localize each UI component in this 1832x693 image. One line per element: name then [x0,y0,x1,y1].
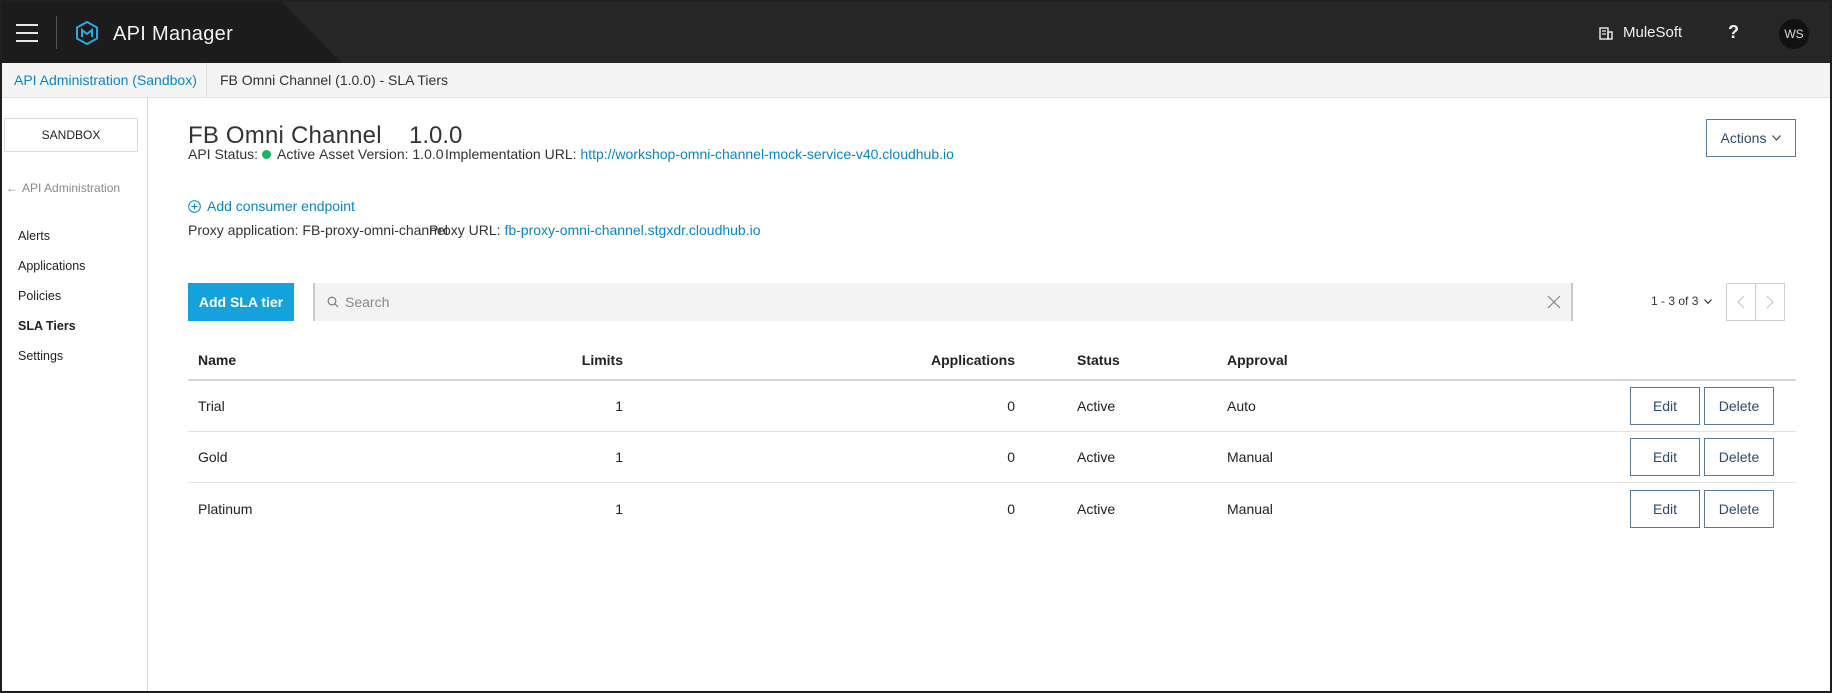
org-name: MuleSoft [1623,24,1683,41]
sidebar-nav: Alerts Applications Policies SLA Tiers S… [18,229,85,379]
breadcrumb-parent-link[interactable]: API Administration (Sandbox) [14,72,197,88]
add-sla-tier-button[interactable]: Add SLA tier [188,283,294,321]
tier-applications: 0 [1007,500,1015,517]
chevron-right-icon [1766,295,1774,309]
column-header-applications[interactable]: Applications [931,352,1015,368]
app-window: API Manager MuleSoft ? WS API Administra… [0,0,1832,693]
actions-label: Actions [1720,130,1767,146]
chevron-down-icon [1772,135,1782,141]
sidebar-item-settings[interactable]: Settings [18,349,85,379]
previous-page-button[interactable] [1726,283,1756,321]
sidebar-item-sla-tiers[interactable]: SLA Tiers [18,319,85,349]
close-icon[interactable] [1547,295,1561,309]
api-status-label: API Status: [188,146,259,162]
table-row: Trial 1 0 Active Auto Edit Delete [188,381,1796,432]
help-icon[interactable]: ? [1728,22,1739,43]
edit-button[interactable]: Edit [1630,438,1700,476]
tier-applications: 0 [1007,398,1015,414]
api-manager-logo-icon [76,21,98,45]
tier-limits: 1 [615,500,623,517]
sidebar-item-policies[interactable]: Policies [18,289,85,319]
table-row: Platinum 1 0 Active Manual Edit Delete [188,483,1796,534]
tier-limits: 1 [615,398,623,414]
implementation-url: Implementation URL: http://workshop-omni… [445,146,954,162]
tier-name: Platinum [198,500,253,517]
column-header-name[interactable]: Name [198,352,236,368]
app-title: API Manager [113,23,234,45]
breadcrumb: API Administration (Sandbox) FB Omni Cha… [2,63,1830,98]
pagination-range-dropdown[interactable]: 1 - 3 of 3 [1651,294,1713,308]
tier-approval: Manual [1227,500,1273,517]
main-content: FB Omni Channel 1.0.0 Actions API Status… [149,98,1830,691]
user-avatar[interactable]: WS [1779,19,1809,49]
tier-name: Gold [198,449,228,465]
status-active-dot-icon [262,150,272,159]
asset-version-value: 1.0.0 [412,146,444,162]
sidebar-item-alerts[interactable]: Alerts [18,229,85,259]
building-icon [1599,27,1613,40]
api-status-value: Active [277,146,316,162]
column-header-status[interactable]: Status [1077,352,1120,368]
top-navigation-bar: API Manager MuleSoft ? WS [2,2,1830,63]
plus-circle-icon [188,199,201,213]
api-status: API Status: Active [188,146,315,162]
sla-tiers-table: Name Limits Applications Status Approval… [188,341,1796,534]
proxy-url-info: Proxy URL: fb-proxy-omni-channel.stgxdr.… [429,222,761,238]
edit-button[interactable]: Edit [1630,387,1700,425]
tier-approval: Auto [1227,398,1256,414]
chevron-down-icon [1704,298,1713,304]
hamburger-menu-icon[interactable] [16,24,38,42]
proxy-url-label: Proxy URL: [429,222,501,238]
proxy-application-label: Proxy application: [188,222,299,238]
search-icon [327,296,339,308]
column-header-approval[interactable]: Approval [1227,352,1288,368]
proxy-url-link[interactable]: fb-proxy-omni-channel.stgxdr.cloudhub.io [504,222,760,238]
column-header-limits[interactable]: Limits [582,352,623,368]
proxy-application-info: Proxy application: FB-proxy-omni-channel [188,222,448,238]
delete-button[interactable]: Delete [1704,489,1774,528]
tier-applications: 0 [1007,449,1015,465]
environment-button[interactable]: SANDBOX [4,118,138,152]
table-header-row: Name Limits Applications Status Approval [188,341,1796,381]
tier-approval: Manual [1227,449,1273,465]
actions-dropdown-button[interactable]: Actions [1706,119,1796,157]
sidebar: SANDBOX ← API Administration Alerts Appl… [2,98,148,691]
edit-button[interactable]: Edit [1630,489,1700,528]
topbar-divider [56,16,57,49]
search-bar [313,283,1573,321]
tier-name: Trial [198,398,225,414]
org-switcher[interactable]: MuleSoft [1599,24,1682,41]
proxy-application-value: FB-proxy-omni-channel [302,222,448,238]
sidebar-item-applications[interactable]: Applications [18,259,85,289]
table-row: Gold 1 0 Active Manual Edit Delete [188,432,1796,483]
tier-limits: 1 [615,449,623,465]
implementation-url-label: Implementation URL: [445,146,577,162]
pagination-range-label: 1 - 3 of 3 [1651,294,1699,308]
tier-status: Active [1077,449,1116,465]
next-page-button[interactable] [1755,283,1785,321]
breadcrumb-current: FB Omni Channel (1.0.0) - SLA Tiers [220,72,448,88]
add-consumer-endpoint-label: Add consumer endpoint [207,198,355,214]
delete-button[interactable]: Delete [1704,438,1774,476]
back-to-api-administration-link[interactable]: ← API Administration [6,181,120,195]
delete-button[interactable]: Delete [1704,387,1774,425]
tier-status: Active [1077,500,1116,517]
search-input[interactable] [339,283,1547,321]
add-consumer-endpoint-link[interactable]: Add consumer endpoint [188,198,355,214]
asset-version-label: Asset Version: [319,146,409,162]
asset-version: Asset Version: 1.0.0 [319,146,444,162]
chevron-left-icon [1737,295,1745,309]
arrow-left-icon: ← [6,181,18,195]
implementation-url-link[interactable]: http://workshop-omni-channel-mock-servic… [580,146,954,162]
breadcrumb-separator [206,63,207,98]
tier-status: Active [1077,398,1116,414]
back-link-label: API Administration [22,181,121,195]
